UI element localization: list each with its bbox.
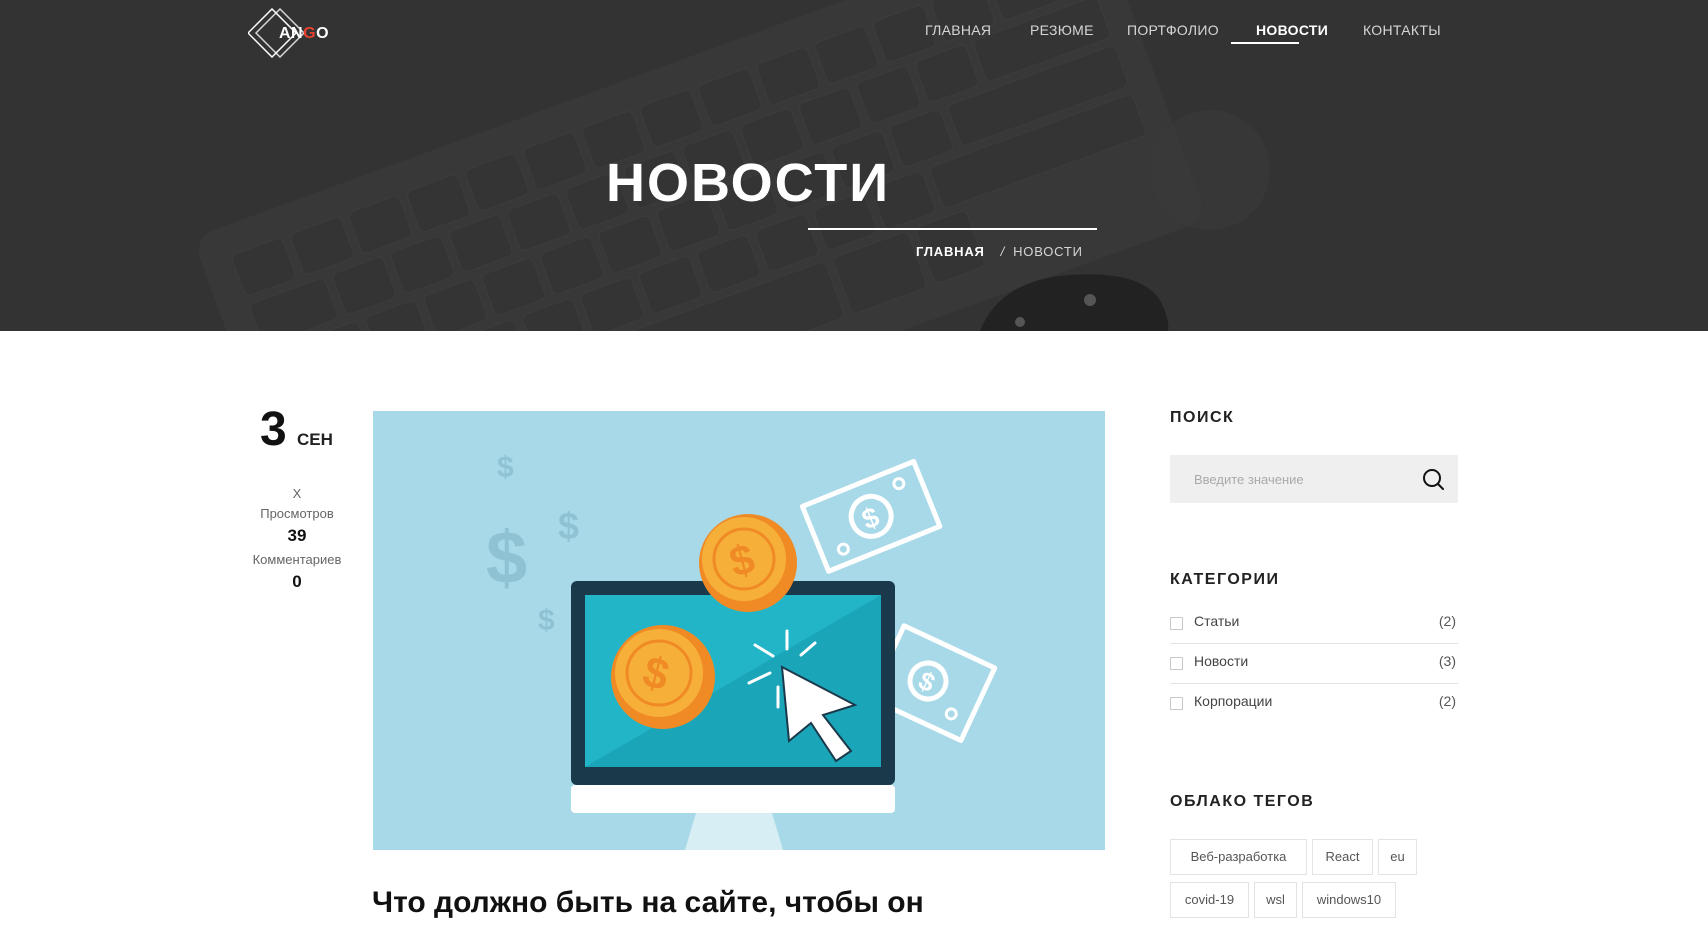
categories-heading: КАТЕГОРИИ bbox=[1170, 571, 1280, 588]
post-date-day: 3 bbox=[260, 403, 287, 456]
tag-item[interactable]: eu bbox=[1378, 839, 1417, 875]
main-navigation: ГЛАВНАЯ РЕЗЮМЕ ПОРТФОЛИО НОВОСТИ КОНТАКТ… bbox=[0, 22, 1708, 46]
breadcrumb-home-link[interactable]: ГЛАВНАЯ bbox=[916, 244, 985, 259]
title-divider bbox=[808, 228, 1097, 230]
nav-item-home[interactable]: ГЛАВНАЯ bbox=[925, 22, 991, 38]
svg-text:$: $ bbox=[486, 516, 527, 599]
page-title: НОВОСТИ bbox=[606, 153, 891, 213]
post-featured-image[interactable]: $ $ $ $ $ $ $ $ bbox=[373, 411, 1105, 850]
checkbox-icon[interactable] bbox=[1170, 697, 1183, 710]
category-count: (2) bbox=[1438, 613, 1456, 629]
category-label: Статьи bbox=[1194, 613, 1240, 629]
nav-item-resume[interactable]: РЕЗЮМЕ bbox=[1030, 22, 1094, 38]
tag-item[interactable]: wsl bbox=[1254, 882, 1297, 918]
nav-item-contacts[interactable]: КОНТАКТЫ bbox=[1363, 22, 1441, 38]
category-item[interactable]: Статьи (2) bbox=[1170, 604, 1458, 644]
category-label: Корпорации bbox=[1194, 693, 1273, 709]
tag-item[interactable]: covid-19 bbox=[1170, 882, 1249, 918]
comments-label: Комментариев bbox=[252, 552, 342, 567]
breadcrumb-separator: / bbox=[1000, 244, 1006, 259]
comments-count: 0 bbox=[292, 572, 302, 591]
tag-item[interactable]: React bbox=[1312, 839, 1373, 875]
category-label: Новости bbox=[1194, 653, 1249, 669]
page-header-banner: ANGO ГЛАВНАЯ РЕЗЮМЕ ПОРТФОЛИО НОВОСТИ КО… bbox=[0, 0, 1708, 331]
category-count: (3) bbox=[1438, 653, 1456, 669]
monitor-coins-illustration: $ $ $ $ $ $ $ $ bbox=[373, 411, 1105, 850]
checkbox-icon[interactable] bbox=[1170, 657, 1183, 670]
checkbox-icon[interactable] bbox=[1170, 617, 1183, 630]
svg-text:$: $ bbox=[538, 604, 555, 637]
views-count: 39 bbox=[287, 526, 307, 545]
search-box bbox=[1170, 455, 1458, 503]
breadcrumb: ГЛАВНАЯ / НОВОСТИ bbox=[916, 244, 1083, 259]
search-heading: ПОИСК bbox=[1170, 409, 1235, 426]
svg-text:$: $ bbox=[558, 506, 579, 548]
post-date-month: СЕН bbox=[297, 430, 333, 449]
tag-item[interactable]: windows10 bbox=[1302, 882, 1396, 918]
views-label: Просмотров bbox=[260, 506, 334, 521]
search-icon[interactable] bbox=[1422, 468, 1444, 490]
tag-item[interactable]: Веб-разработка bbox=[1170, 839, 1307, 875]
nav-active-underline bbox=[1231, 42, 1299, 44]
category-item[interactable]: Новости (3) bbox=[1170, 644, 1458, 684]
svg-text:$: $ bbox=[497, 451, 514, 484]
post-title-link[interactable]: Что должно быть на сайте, чтобы он bbox=[372, 886, 924, 920]
breadcrumb-current: НОВОСТИ bbox=[1013, 244, 1083, 259]
category-item[interactable]: Корпорации (2) bbox=[1170, 684, 1458, 724]
search-input[interactable] bbox=[1170, 455, 1410, 503]
nav-item-news[interactable]: НОВОСТИ bbox=[1256, 22, 1328, 38]
nav-item-portfolio[interactable]: ПОРТФОЛИО bbox=[1127, 22, 1219, 38]
tag-cloud-heading: ОБЛАКО ТЕГОВ bbox=[1170, 793, 1315, 810]
post-author[interactable]: X bbox=[230, 486, 364, 501]
category-count: (2) bbox=[1438, 693, 1456, 709]
